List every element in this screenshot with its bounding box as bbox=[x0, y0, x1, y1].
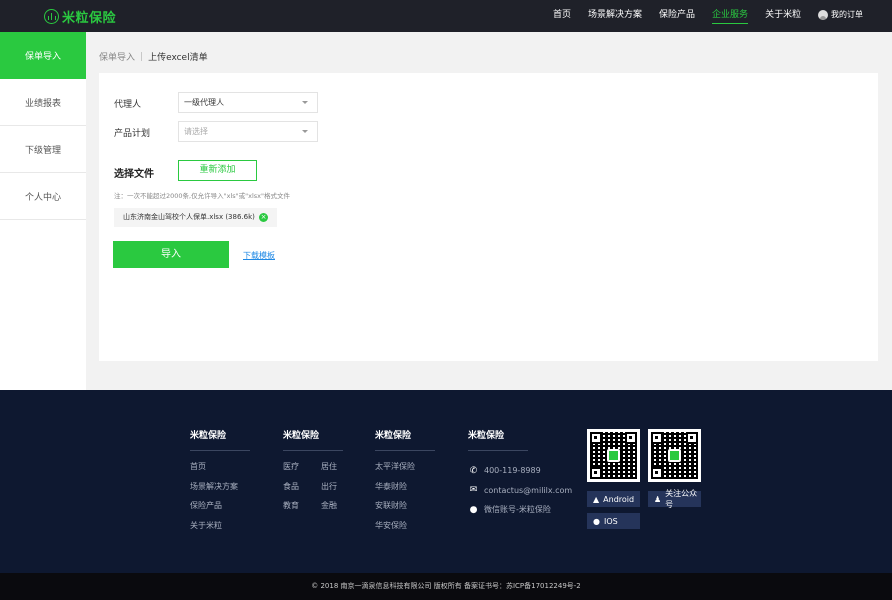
logo[interactable]: 米粒保险 bbox=[44, 8, 117, 26]
footer-link-education[interactable]: 教育 bbox=[283, 500, 321, 520]
nav-item-enterprise[interactable]: 企业服务 bbox=[712, 0, 749, 32]
sidebar-item-sub-management[interactable]: 下级管理 bbox=[0, 126, 86, 173]
footer-link-travel[interactable]: 出行 bbox=[321, 481, 359, 501]
ios-label: IOS bbox=[603, 516, 618, 526]
agent-select[interactable]: 一级代理人 bbox=[178, 92, 318, 113]
footer-column-1: 米粒保险 首页 场景解决方案 保险产品 关于米粒 bbox=[190, 428, 250, 539]
file-name: 山东济南金山驾校个人保单.xlsx (386.6k) bbox=[123, 213, 255, 221]
sidebar-item-policy-import[interactable]: 保单导入 bbox=[0, 32, 86, 79]
mail-icon: ✉ bbox=[469, 485, 478, 496]
android-label: Android bbox=[603, 494, 635, 504]
footer-link-partner[interactable]: 太平洋保险 bbox=[375, 461, 435, 481]
wechat-account: 微信账号-米粒保险 bbox=[484, 505, 551, 515]
contact-email: ✉ contactus@mililx.com bbox=[468, 481, 573, 501]
footer-link-solutions[interactable]: 场景解决方案 bbox=[190, 481, 250, 501]
nav-item-products[interactable]: 保险产品 bbox=[659, 0, 695, 32]
nav-item-solutions[interactable]: 场景解决方案 bbox=[588, 0, 642, 32]
qr-logo-icon bbox=[668, 449, 681, 462]
logo-icon bbox=[44, 9, 59, 24]
android-download-button[interactable]: ▲ Android bbox=[587, 491, 640, 507]
contact-wechat: ● 微信账号-米粒保险 bbox=[468, 500, 572, 520]
copyright-bar: © 2018 南京一滴泉信息科技有限公司 版权所有 备案证书号：苏ICP备170… bbox=[0, 573, 892, 600]
main-nav: 首页 场景解决方案 保险产品 企业服务 关于米粒 bbox=[553, 0, 818, 32]
download-template-link[interactable]: 下载模板 bbox=[243, 250, 275, 261]
sidebar: 保单导入 业绩报表 下级管理 个人中心 bbox=[0, 32, 86, 390]
nav-item-about[interactable]: 关于米粒 bbox=[765, 0, 801, 32]
my-orders-link[interactable]: 我的订单 bbox=[818, 9, 863, 20]
apple-icon: ● bbox=[593, 516, 600, 526]
plan-select[interactable]: 请选择 bbox=[178, 121, 318, 142]
user-avatar-icon bbox=[818, 9, 828, 20]
footer-link-partner[interactable]: 华安保险 bbox=[375, 520, 435, 540]
my-orders-label: 我的订单 bbox=[831, 10, 863, 19]
qr-code-android bbox=[587, 429, 640, 482]
footer-link-housing[interactable]: 居住 bbox=[321, 461, 359, 481]
chevron-down-icon bbox=[302, 101, 308, 104]
footer-column-title: 米粒保险 bbox=[468, 428, 528, 451]
qr-code-wechat bbox=[648, 429, 701, 482]
footer: 米粒保险 首页 场景解决方案 保险产品 关于米粒 米粒保险 医疗 居住 食品 出… bbox=[0, 390, 892, 573]
phone-icon: ✆ bbox=[469, 465, 478, 476]
follow-label: 关注公众号 bbox=[665, 489, 698, 509]
agent-select-value: 一级代理人 bbox=[184, 98, 224, 107]
person-icon: ♟ bbox=[654, 494, 662, 504]
email-address[interactable]: contactus@mililx.com bbox=[484, 486, 572, 495]
footer-link-about[interactable]: 关于米粒 bbox=[190, 520, 250, 540]
phone-number: 400-119-8989 bbox=[484, 466, 541, 476]
top-navbar: 米粒保险 首页 场景解决方案 保险产品 企业服务 关于米粒 我的订单 bbox=[0, 0, 892, 32]
import-button[interactable]: 导入 bbox=[113, 241, 229, 268]
breadcrumb-current: 上传excel清单 bbox=[148, 53, 208, 63]
logo-text: 米粒保险 bbox=[62, 11, 117, 26]
footer-link-partner[interactable]: 安联财险 bbox=[375, 500, 435, 520]
chevron-down-icon bbox=[302, 130, 308, 133]
footer-column-title: 米粒保险 bbox=[375, 428, 435, 451]
readd-file-button[interactable]: 重新添加 bbox=[178, 160, 257, 181]
agent-label: 代理人 bbox=[114, 100, 142, 110]
footer-column-title: 米粒保险 bbox=[190, 428, 250, 451]
footer-link-food[interactable]: 食品 bbox=[283, 481, 321, 501]
upload-panel: 代理人 一级代理人 产品计划 请选择 选择文件 重新添加 注：一次不能超过200… bbox=[99, 73, 878, 361]
follow-account-button[interactable]: ♟ 关注公众号 bbox=[648, 489, 701, 509]
selected-file-chip: 山东济南金山驾校个人保单.xlsx (386.6k) × bbox=[114, 208, 277, 227]
ios-download-button[interactable]: ● IOS bbox=[587, 513, 640, 529]
plan-select-placeholder: 请选择 bbox=[184, 127, 208, 136]
footer-link-partner[interactable]: 华泰财险 bbox=[375, 481, 435, 501]
footer-link-products[interactable]: 保险产品 bbox=[190, 500, 250, 520]
sidebar-item-personal-center[interactable]: 个人中心 bbox=[0, 173, 86, 220]
android-icon: ▲ bbox=[593, 494, 600, 504]
footer-column-2: 米粒保险 医疗 居住 食品 出行 教育 金融 bbox=[283, 428, 359, 520]
nav-item-home[interactable]: 首页 bbox=[553, 0, 571, 32]
qr-logo-icon bbox=[607, 449, 620, 462]
footer-link-home[interactable]: 首页 bbox=[190, 461, 250, 481]
breadcrumb-separator: | bbox=[140, 51, 144, 62]
footer-link-finance[interactable]: 金融 bbox=[321, 500, 359, 520]
footer-contact-column: 米粒保险 ✆ 400-119-8989 ✉ contactus@mililx.c… bbox=[468, 428, 572, 520]
footer-column-3: 米粒保险 太平洋保险 华泰财险 安联财险 华安保险 bbox=[375, 428, 435, 539]
file-section-title: 选择文件 bbox=[114, 169, 154, 180]
wechat-icon: ● bbox=[469, 504, 478, 515]
breadcrumb-parent[interactable]: 保单导入 bbox=[99, 50, 135, 63]
footer-column-title: 米粒保险 bbox=[283, 428, 343, 451]
breadcrumb: 保单导入 | 上传excel清单 bbox=[99, 50, 208, 64]
sidebar-item-performance-report[interactable]: 业绩报表 bbox=[0, 79, 86, 126]
upload-note: 注：一次不能超过2000条,仅允许导入"xls"或"xlsx"格式文件 bbox=[114, 192, 290, 200]
remove-file-icon[interactable]: × bbox=[259, 213, 268, 222]
contact-phone: ✆ 400-119-8989 bbox=[468, 461, 572, 481]
plan-label: 产品计划 bbox=[114, 129, 151, 139]
footer-link-medical[interactable]: 医疗 bbox=[283, 461, 321, 481]
